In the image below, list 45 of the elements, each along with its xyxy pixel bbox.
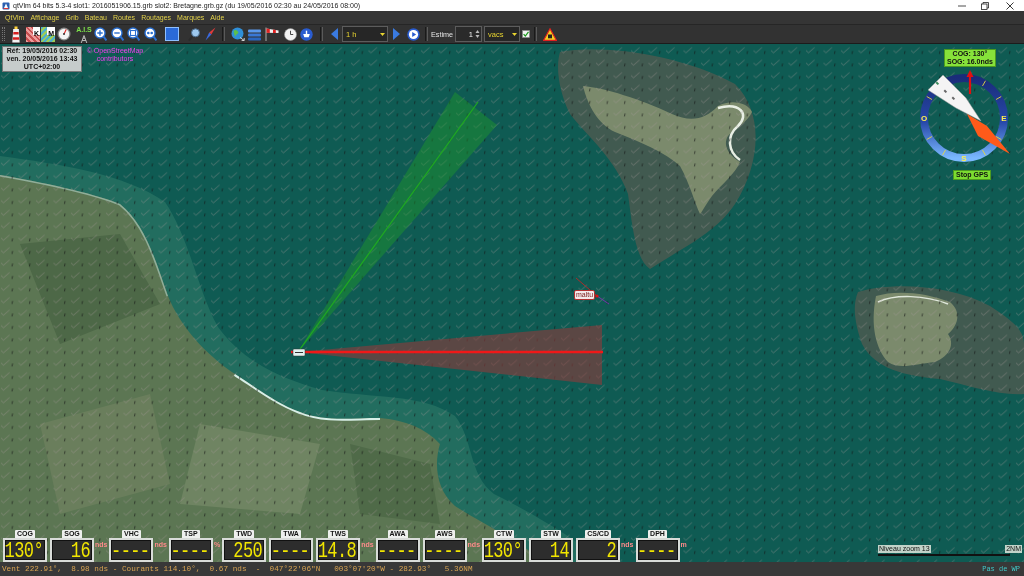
zoom-in-icon[interactable]	[94, 27, 107, 41]
instrument-value: 14.8	[318, 541, 357, 559]
compass-letter: E	[1001, 113, 1007, 123]
instrument-value: 130°	[484, 541, 523, 559]
warning-icon[interactable]	[543, 27, 557, 41]
square-icon[interactable]	[165, 27, 179, 41]
instrument-value: 14	[549, 541, 570, 559]
globe-icon[interactable]	[231, 27, 245, 41]
zoom-box-icon[interactable]	[127, 27, 140, 41]
estimate-checkbox[interactable]	[522, 30, 530, 38]
instrument-value: 2	[606, 541, 617, 559]
antenna-icon	[80, 34, 88, 43]
instrument-value: ----	[170, 541, 209, 559]
instrument-value: 250	[233, 541, 263, 559]
needle-icon[interactable]	[205, 27, 216, 41]
caret-icon	[380, 32, 385, 36]
restore-icon[interactable]	[981, 1, 989, 10]
instrument-value: ----	[111, 541, 150, 559]
instrument-value: 130°	[5, 541, 43, 559]
dial-icon[interactable]	[57, 27, 71, 41]
search-icon[interactable]	[188, 27, 200, 41]
clock-icon[interactable]	[284, 27, 297, 41]
boat-marker-icon[interactable]	[292, 348, 306, 357]
compass-letter: O	[920, 113, 928, 123]
waypoint-icon[interactable]	[575, 277, 610, 305]
lighthouse-icon[interactable]	[11, 25, 21, 43]
north-arrow-icon	[966, 70, 974, 94]
windsock-icon[interactable]	[265, 27, 279, 41]
layers-icon[interactable]	[247, 27, 262, 41]
caret-icon	[512, 32, 517, 36]
play-icon[interactable]	[407, 27, 420, 41]
close-icon[interactable]	[1006, 1, 1014, 10]
instrument-value: ----	[637, 541, 676, 559]
instrument-value: ----	[377, 541, 416, 559]
zoom-out-icon[interactable]	[111, 27, 124, 41]
step-forward-icon[interactable]	[393, 28, 400, 40]
step-back-icon[interactable]	[331, 28, 338, 40]
instrument-value: ----	[271, 541, 310, 559]
spin-arrows-icon	[475, 29, 480, 39]
instrument-value: 16	[70, 541, 90, 559]
magnifier-dots-icon[interactable]	[144, 27, 157, 41]
instrument-value: ----	[424, 541, 463, 559]
ship-disc-icon[interactable]	[300, 27, 313, 41]
compass-letter: S	[961, 153, 967, 163]
boat-icon	[927, 74, 1010, 154]
